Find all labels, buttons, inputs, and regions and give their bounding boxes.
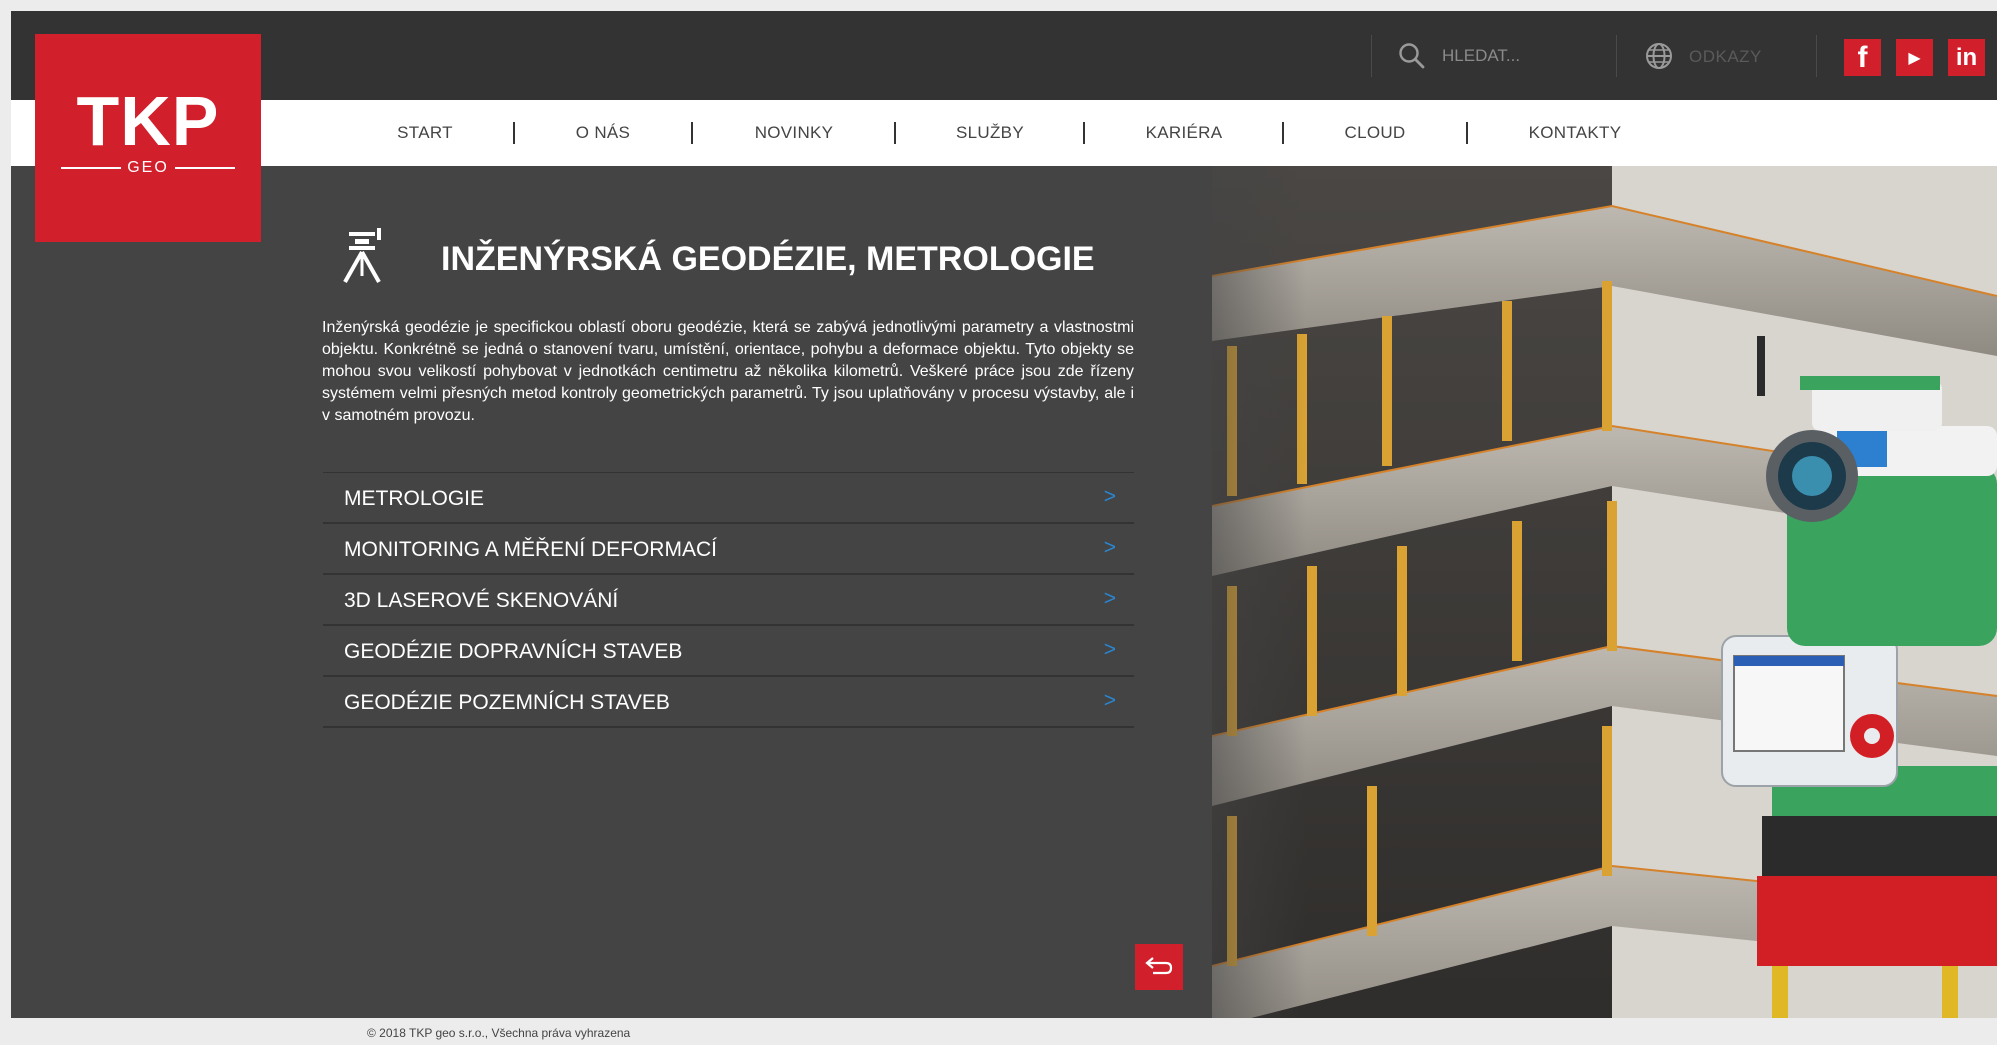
youtube-icon[interactable]: ▶ xyxy=(1896,39,1933,76)
total-station-tripod-icon xyxy=(343,228,381,283)
chevron-right-icon: > xyxy=(1103,587,1116,610)
search-box[interactable] xyxy=(1371,35,1616,77)
search-icon[interactable] xyxy=(1396,40,1428,72)
hero-illustration xyxy=(1212,166,1997,1028)
service-label: GEODÉZIE POZEMNÍCH STAVEB xyxy=(344,691,670,714)
linkedin-icon[interactable]: in xyxy=(1948,39,1985,76)
chevron-right-icon: > xyxy=(1103,536,1116,559)
service-list: METROLOGIE > MONITORING A MĚŘENÍ DEFORMA… xyxy=(323,472,1134,728)
social-links: f ▶ in xyxy=(1816,35,1997,77)
service-label: GEODÉZIE DOPRAVNÍCH STAVEB xyxy=(344,640,683,663)
service-label: MONITORING A MĚŘENÍ DEFORMACÍ xyxy=(344,538,717,561)
copyright-text: © 2018 TKP geo s.r.o., Všechna práva vyh… xyxy=(367,1026,631,1040)
nav-separator xyxy=(1083,122,1085,144)
service-label: METROLOGIE xyxy=(344,487,485,510)
links-label[interactable]: ODKAZY xyxy=(1689,47,1762,67)
linkedin-glyph: in xyxy=(1955,43,1978,71)
nav-item-kontakty[interactable]: KONTAKTY xyxy=(1529,100,1622,166)
links-menu[interactable]: ODKAZY xyxy=(1616,35,1816,77)
nav-item-start[interactable]: START xyxy=(397,100,453,166)
chevron-right-icon: > xyxy=(1103,689,1116,712)
service-item-metrologie[interactable]: METROLOGIE > xyxy=(323,473,1134,524)
service-item-laser-scanning[interactable]: 3D LASEROVÉ SKENOVÁNÍ > xyxy=(323,575,1134,626)
globe-icon[interactable] xyxy=(1643,40,1675,72)
chevron-right-icon: > xyxy=(1103,638,1116,661)
page-frame: ODKAZY f ▶ in START O NÁS NOVINKY SLUŽBY… xyxy=(11,11,1997,1045)
nav-separator xyxy=(1282,122,1284,144)
nav-item-cloud[interactable]: CLOUD xyxy=(1344,100,1405,166)
nav-item-novinky[interactable]: NOVINKY xyxy=(755,100,834,166)
nav-separator xyxy=(894,122,896,144)
facebook-glyph: f xyxy=(1857,40,1868,74)
nav-separator xyxy=(691,122,693,144)
back-button[interactable] xyxy=(1135,944,1183,990)
service-label: 3D LASEROVÉ SKENOVÁNÍ xyxy=(344,589,619,612)
logo-main-text: TKP xyxy=(76,82,220,160)
main-navigation: START O NÁS NOVINKY SLUŽBY KARIÉRA CLOUD… xyxy=(11,100,1997,166)
tkp-geo-logo[interactable]: TKP GEO xyxy=(35,34,261,242)
top-bar: ODKAZY f ▶ in xyxy=(11,11,1997,100)
page-footer: © 2018 TKP geo s.r.o., Všechna práva vyh… xyxy=(11,1018,1997,1045)
nav-separator xyxy=(513,122,515,144)
youtube-glyph: ▶ xyxy=(1908,49,1921,67)
nav-item-kariera[interactable]: KARIÉRA xyxy=(1146,100,1223,166)
back-arrow-icon xyxy=(1145,957,1173,975)
page-title: INŽENÝRSKÁ GEODÉZIE, METROLOGIE xyxy=(441,240,1095,278)
intro-paragraph: Inženýrská geodézie je specifickou oblas… xyxy=(322,319,1134,424)
chevron-right-icon: > xyxy=(1103,485,1116,508)
construction-site-total-station-image xyxy=(1212,166,1997,1028)
service-item-monitoring[interactable]: MONITORING A MĚŘENÍ DEFORMACÍ > xyxy=(323,524,1134,575)
logo-rule-right xyxy=(175,167,235,169)
search-input[interactable] xyxy=(1442,43,1602,69)
service-item-transport-geodesy[interactable]: GEODÉZIE DOPRAVNÍCH STAVEB > xyxy=(323,626,1134,677)
service-item-building-geodesy[interactable]: GEODÉZIE POZEMNÍCH STAVEB > xyxy=(323,677,1134,728)
nav-item-sluzby[interactable]: SLUŽBY xyxy=(956,100,1024,166)
nav-item-o-nas[interactable]: O NÁS xyxy=(576,100,630,166)
facebook-icon[interactable]: f xyxy=(1844,39,1881,76)
nav-separator xyxy=(1466,122,1468,144)
